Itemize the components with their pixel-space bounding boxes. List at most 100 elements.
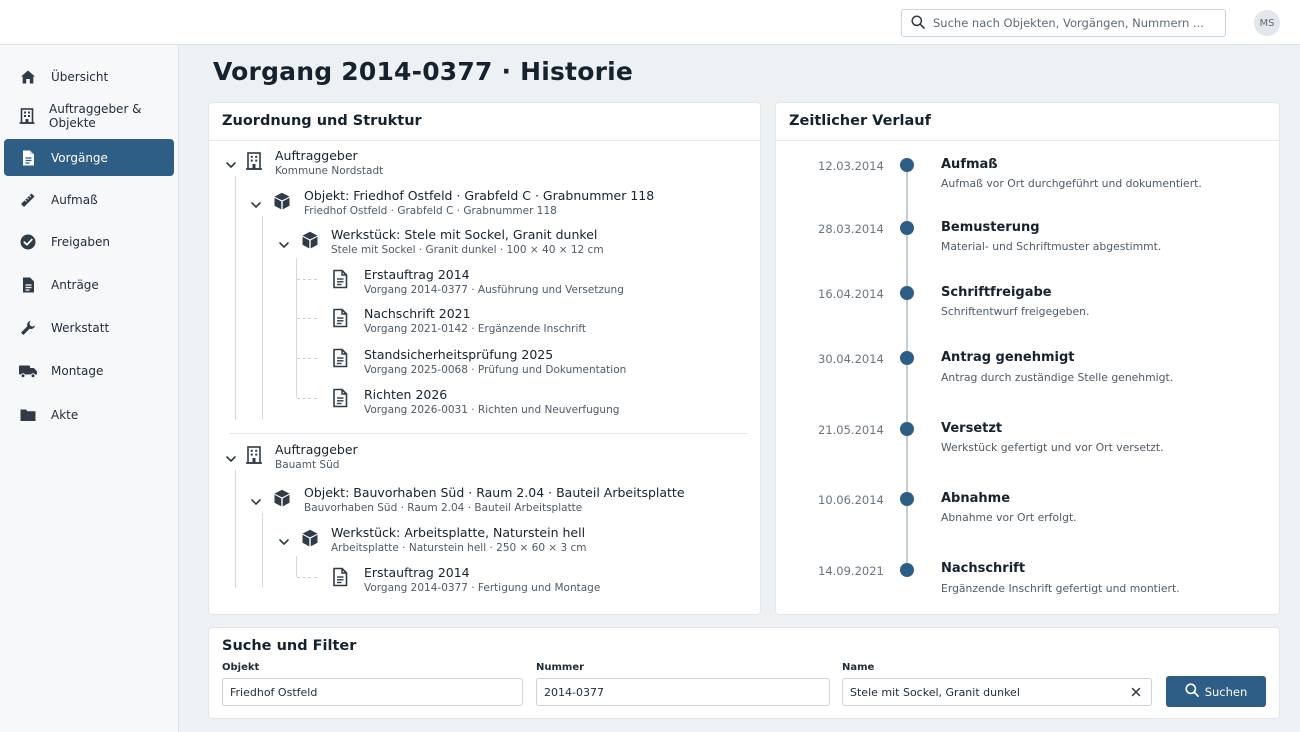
timeline-event-title: Versetzt <box>941 421 1003 436</box>
client-name: Kommune Nordstadt <box>275 165 384 177</box>
search-button[interactable]: Suchen <box>1166 676 1266 707</box>
sidebar: Übersicht Auftraggeber & Objekte Vorgäng… <box>0 45 179 732</box>
timeline-event-title: Bemusterung <box>941 220 1040 235</box>
order-subtitle: Vorgang 2014-0377 · Ausführung und Verse… <box>364 284 624 296</box>
order-title: Richten 2026 <box>364 387 448 402</box>
sidebar-item-uebersicht[interactable]: Übersicht <box>4 58 174 95</box>
tree-node-workpiece[interactable]: Werkstück: Arbeitsplatte, Naturstein hel… <box>331 525 587 555</box>
structure-card-title: Zuordnung und Struktur <box>222 113 422 129</box>
chevron-down-icon[interactable] <box>278 533 290 545</box>
tree-node-order[interactable]: Richten 2026 Vorgang 2026-0031 · Richten… <box>364 387 619 417</box>
document-icon <box>18 275 38 295</box>
building-icon <box>244 445 264 465</box>
timeline-card-title: Zeitlicher Verlauf <box>789 113 931 129</box>
object-title: Objekt: Bauvorhaben Süd · Raum 2.04 · Ba… <box>304 485 685 500</box>
tree-connector <box>296 556 297 577</box>
sidebar-item-label: Auftraggeber & Objekte <box>49 101 142 130</box>
chevron-down-icon[interactable] <box>250 493 262 505</box>
tree-node-object[interactable]: Objekt: Friedhof Ostfeld · Grabfeld C · … <box>304 188 654 218</box>
object-field-label: Objekt <box>222 662 260 673</box>
tree-node-client[interactable]: Auftraggeber Kommune Nordstadt <box>275 148 383 178</box>
timeline-event-desc: Antrag durch zuständige Stelle genehmigt… <box>941 371 1174 384</box>
timeline-event-desc: Schriftentwurf freigegeben. <box>941 305 1090 318</box>
tree-node-client[interactable]: Auftraggeber Bauamt Süd <box>275 442 358 472</box>
object-field[interactable] <box>222 678 523 706</box>
order-subtitle: Vorgang 2026-0031 · Richten und Neuverfu… <box>364 404 620 416</box>
divider <box>776 140 1279 141</box>
timeline-date: 21.05.2014 <box>818 423 884 437</box>
global-search-input[interactable] <box>933 16 1213 30</box>
chevron-down-icon[interactable] <box>278 236 290 248</box>
sidebar-item-montage[interactable]: Montage <box>4 352 174 389</box>
search-button-label: Suchen <box>1204 684 1248 699</box>
sidebar-item-werkstatt[interactable]: Werkstatt <box>4 309 174 346</box>
tree-node-order[interactable]: Erstauftrag 2014 Vorgang 2014-0377 · Aus… <box>364 267 624 297</box>
sidebar-item-label: Freigaben <box>51 234 110 249</box>
sidebar-item-auftraggeber[interactable]: Auftraggeber & Objekte <box>4 97 174 134</box>
top-bar: MS <box>0 0 1300 45</box>
search-icon <box>1185 683 1199 700</box>
global-search[interactable] <box>901 9 1226 37</box>
tree-connector <box>262 513 263 588</box>
timeline-event-title: Abnahme <box>941 491 1011 506</box>
timeline-dot <box>900 286 914 300</box>
tree-connector <box>297 318 317 319</box>
cube-icon <box>300 528 320 548</box>
tree-node-order[interactable]: Standsicherheitsprüfung 2025 Vorgang 202… <box>364 347 626 377</box>
name-field-label: Name <box>842 662 875 673</box>
tree-connector <box>297 398 317 399</box>
sidebar-item-freigaben[interactable]: Freigaben <box>4 223 174 260</box>
building-icon <box>244 151 264 171</box>
tree-node-workpiece[interactable]: Werkstück: Stele mit Sockel, Granit dunk… <box>331 227 604 257</box>
document-icon <box>330 388 350 408</box>
timeline-date: 10.06.2014 <box>818 493 884 507</box>
timeline-date: 12.03.2014 <box>818 159 884 173</box>
timeline-event-desc: Aufmaß vor Ort durchgeführt und dokument… <box>941 177 1202 190</box>
name-field[interactable] <box>842 678 1152 706</box>
chevron-down-icon[interactable] <box>225 450 237 462</box>
divider <box>229 433 748 434</box>
chevron-down-icon[interactable] <box>250 196 262 208</box>
tree-node-object[interactable]: Objekt: Bauvorhaben Süd · Raum 2.04 · Ba… <box>304 485 685 515</box>
home-icon <box>18 67 38 87</box>
clear-icon[interactable] <box>1128 684 1144 700</box>
sidebar-item-label: Übersicht <box>51 69 109 84</box>
cube-icon <box>272 488 292 508</box>
sidebar-item-label: Anträge <box>51 277 99 292</box>
wrench-icon <box>18 318 38 338</box>
number-field[interactable] <box>536 678 830 706</box>
tree-connector <box>235 470 236 588</box>
order-title: Standsicherheitsprüfung 2025 <box>364 347 554 362</box>
workpiece-subtitle: Arbeitsplatte · Naturstein hell · 250 × … <box>331 542 587 554</box>
document-icon <box>18 148 38 168</box>
order-subtitle: Vorgang 2025-0068 · Prüfung und Dokument… <box>364 364 627 376</box>
chevron-down-icon[interactable] <box>225 156 237 168</box>
tree-connector <box>297 358 317 359</box>
avatar[interactable]: MS <box>1254 10 1280 36</box>
document-icon <box>330 348 350 368</box>
sidebar-item-vorgaenge[interactable]: Vorgänge <box>4 139 174 176</box>
timeline-dot <box>900 563 914 577</box>
order-title: Erstauftrag 2014 <box>364 565 470 580</box>
object-title: Objekt: Friedhof Ostfeld · Grabfeld C · … <box>304 188 655 203</box>
sidebar-item-antraege[interactable]: Anträge <box>4 266 174 303</box>
building-icon <box>18 106 36 126</box>
timeline-event-title: Antrag genehmigt <box>941 350 1075 365</box>
sidebar-item-aufmass[interactable]: Aufmaß <box>4 181 174 218</box>
divider <box>209 140 760 141</box>
timeline-event-desc: Abnahme vor Ort erfolgt. <box>941 511 1077 524</box>
timeline-date: 30.04.2014 <box>818 352 884 366</box>
sidebar-item-label: Werkstatt <box>51 320 110 335</box>
timeline-dot <box>900 422 914 436</box>
timeline-dot <box>900 492 914 506</box>
timeline-dot <box>900 221 914 235</box>
sidebar-item-label: Aufmaß <box>51 192 98 207</box>
tree-node-order[interactable]: Nachschrift 2021 Vorgang 2021-0142 · Erg… <box>364 306 586 336</box>
timeline-event-title: Schriftfreigabe <box>941 285 1052 300</box>
filter-card-title: Suche und Filter <box>222 638 357 654</box>
workpiece-subtitle: Stele mit Sockel · Granit dunkel · 100 ×… <box>331 244 604 256</box>
client-label: Auftraggeber <box>275 442 358 457</box>
tree-node-order[interactable]: Erstauftrag 2014 Vorgang 2014-0377 · Fer… <box>364 565 600 595</box>
object-subtitle: Bauvorhaben Süd · Raum 2.04 · Bauteil Ar… <box>304 502 583 514</box>
sidebar-item-akte[interactable]: Akte <box>4 396 174 433</box>
